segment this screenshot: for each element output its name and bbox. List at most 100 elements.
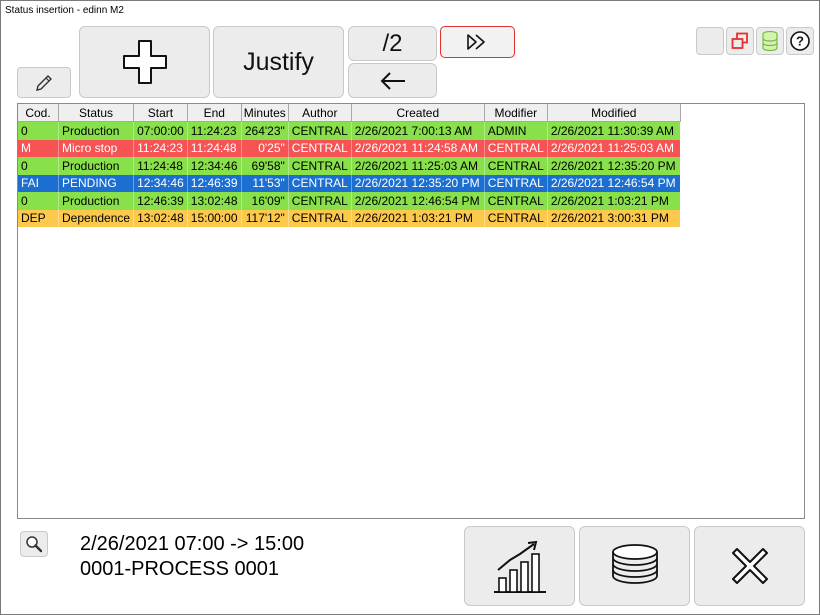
cell-author: CENTRAL bbox=[288, 157, 352, 175]
cell-start: 12:34:46 bbox=[133, 174, 188, 192]
window-title: Status insertion - edinn M2 bbox=[5, 5, 124, 16]
help-button[interactable]: ? bbox=[786, 27, 814, 55]
svg-text:?: ? bbox=[796, 34, 804, 49]
cell-end: 15:00:00 bbox=[187, 209, 242, 227]
cell-status: Production bbox=[58, 192, 135, 210]
cell-minutes: 117'12" bbox=[241, 209, 289, 227]
cell-modifier: CENTRAL bbox=[484, 174, 548, 192]
cell-code: 0 bbox=[18, 192, 59, 210]
cell-end: 13:02:48 bbox=[187, 192, 242, 210]
cell-end: 12:46:39 bbox=[187, 174, 242, 192]
cell-end: 11:24:23 bbox=[187, 121, 242, 140]
next-page-button[interactable] bbox=[440, 26, 515, 58]
bar-chart-icon bbox=[493, 540, 546, 593]
close-x-icon bbox=[731, 548, 768, 584]
column-header-created[interactable]: Created bbox=[351, 104, 485, 122]
cell-end: 11:24:48 bbox=[187, 139, 242, 157]
plus-icon bbox=[122, 40, 167, 84]
cell-author: CENTRAL bbox=[288, 139, 352, 157]
arrow-left-icon bbox=[380, 71, 405, 90]
coins-button[interactable] bbox=[579, 526, 690, 606]
column-header-author[interactable]: Author bbox=[288, 104, 352, 122]
cell-status: Production bbox=[58, 121, 135, 140]
justify-button[interactable]: Justify bbox=[213, 26, 344, 98]
cell-minutes: 0'25" bbox=[241, 139, 289, 157]
cell-start: 13:02:48 bbox=[133, 209, 188, 227]
column-header-minutes[interactable]: Minutes bbox=[241, 104, 289, 122]
cell-code: DEP bbox=[18, 209, 59, 227]
cell-modified: 2/26/2021 1:03:21 PM bbox=[547, 192, 681, 210]
help-icon: ? bbox=[790, 31, 810, 51]
table-row[interactable]: 0 Production 12:46:39 13:02:48 16'09" CE… bbox=[18, 192, 681, 210]
cell-author: CENTRAL bbox=[288, 192, 352, 210]
cell-code: 0 bbox=[18, 121, 59, 140]
add-button[interactable] bbox=[79, 26, 210, 98]
close-button[interactable] bbox=[694, 526, 805, 606]
status-table-container: Cod. Status Start End Minutes Author Cre… bbox=[17, 103, 805, 519]
page-indicator: /2 bbox=[348, 26, 437, 61]
cell-created: 2/26/2021 11:24:58 AM bbox=[351, 139, 485, 157]
cell-modifier: CENTRAL bbox=[484, 157, 548, 175]
cell-status: Micro stop bbox=[58, 139, 135, 157]
cell-modified: 2/26/2021 11:25:03 AM bbox=[547, 139, 681, 157]
cell-created: 2/26/2021 12:35:20 PM bbox=[351, 174, 485, 192]
cell-minutes: 16'09" bbox=[241, 192, 289, 210]
cell-modified: 2/26/2021 12:35:20 PM bbox=[547, 157, 681, 175]
cell-author: CENTRAL bbox=[288, 174, 352, 192]
status-insertion-window: Status insertion - edinn M2 Justify /2 ?… bbox=[0, 0, 820, 615]
window-layers-button[interactable] bbox=[726, 27, 754, 55]
cell-created: 2/26/2021 1:03:21 PM bbox=[351, 209, 485, 227]
column-header-modified[interactable]: Modified bbox=[547, 104, 681, 122]
column-header-status[interactable]: Status bbox=[58, 104, 135, 122]
magnifier-icon bbox=[26, 536, 43, 553]
cell-modified: 2/26/2021 12:46:54 PM bbox=[547, 174, 681, 192]
column-header-end[interactable]: End bbox=[187, 104, 242, 122]
cell-code: FAI bbox=[18, 174, 59, 192]
cell-minutes: 69'58" bbox=[241, 157, 289, 175]
cell-created: 2/26/2021 11:25:03 AM bbox=[351, 157, 485, 175]
cell-code: M bbox=[18, 139, 59, 157]
double-chevron-right-icon bbox=[466, 34, 485, 50]
cell-minutes: 11'53" bbox=[241, 174, 289, 192]
database-icon bbox=[762, 30, 778, 52]
window-layers-icon bbox=[731, 32, 748, 49]
cell-status: Dependence bbox=[58, 209, 135, 227]
cell-start: 07:00:00 bbox=[133, 121, 188, 140]
column-header-start[interactable]: Start bbox=[133, 104, 188, 122]
info-panel: 2/26/2021 07:00 -> 15:00 0001-PROCESS 00… bbox=[80, 532, 304, 582]
search-button[interactable] bbox=[20, 531, 48, 557]
table-row[interactable]: M Micro stop 11:24:23 11:24:48 0'25" CEN… bbox=[18, 139, 681, 157]
cell-modifier: CENTRAL bbox=[484, 139, 548, 157]
cell-start: 11:24:48 bbox=[133, 157, 188, 175]
column-header-code[interactable]: Cod. bbox=[18, 104, 59, 122]
column-header-modifier[interactable]: Modifier bbox=[484, 104, 548, 122]
pencil-icon bbox=[36, 74, 52, 91]
cell-start: 11:24:23 bbox=[133, 139, 188, 157]
cell-modifier: CENTRAL bbox=[484, 209, 548, 227]
edit-button[interactable] bbox=[17, 67, 71, 98]
chart-button[interactable] bbox=[464, 526, 575, 606]
table-header-row: Cod. Status Start End Minutes Author Cre… bbox=[18, 104, 681, 122]
date-range-text: 2/26/2021 07:00 -> 15:00 bbox=[80, 533, 305, 555]
cell-author: CENTRAL bbox=[288, 121, 352, 140]
cell-modifier: ADMIN bbox=[484, 121, 548, 140]
status-table: Cod. Status Start End Minutes Author Cre… bbox=[18, 104, 681, 227]
cell-start: 12:46:39 bbox=[133, 192, 188, 210]
cell-modifier: CENTRAL bbox=[484, 192, 548, 210]
process-text: 0001-PROCESS 0001 bbox=[80, 558, 280, 580]
table-row[interactable]: DEP Dependence 13:02:48 15:00:00 117'12"… bbox=[18, 209, 681, 227]
cell-code: 0 bbox=[18, 157, 59, 175]
cell-status: Production bbox=[58, 157, 135, 175]
previous-button[interactable] bbox=[348, 63, 437, 98]
coin-stack-icon bbox=[611, 544, 658, 584]
table-row[interactable]: 0 Production 11:24:48 12:34:46 69'58" CE… bbox=[18, 157, 681, 175]
cell-modified: 2/26/2021 11:30:39 AM bbox=[547, 121, 681, 140]
table-row[interactable]: 0 Production 07:00:00 11:24:23 264'23" C… bbox=[18, 121, 681, 140]
cell-end: 12:34:46 bbox=[187, 157, 242, 175]
cell-created: 2/26/2021 7:00:13 AM bbox=[351, 121, 485, 140]
blank-tool-button[interactable] bbox=[696, 27, 724, 55]
database-button[interactable] bbox=[756, 27, 784, 55]
cell-minutes: 264'23" bbox=[241, 121, 289, 140]
cell-modified: 2/26/2021 3:00:31 PM bbox=[547, 209, 681, 227]
table-row[interactable]: FAI PENDING 12:34:46 12:46:39 11'53" CEN… bbox=[18, 174, 681, 192]
